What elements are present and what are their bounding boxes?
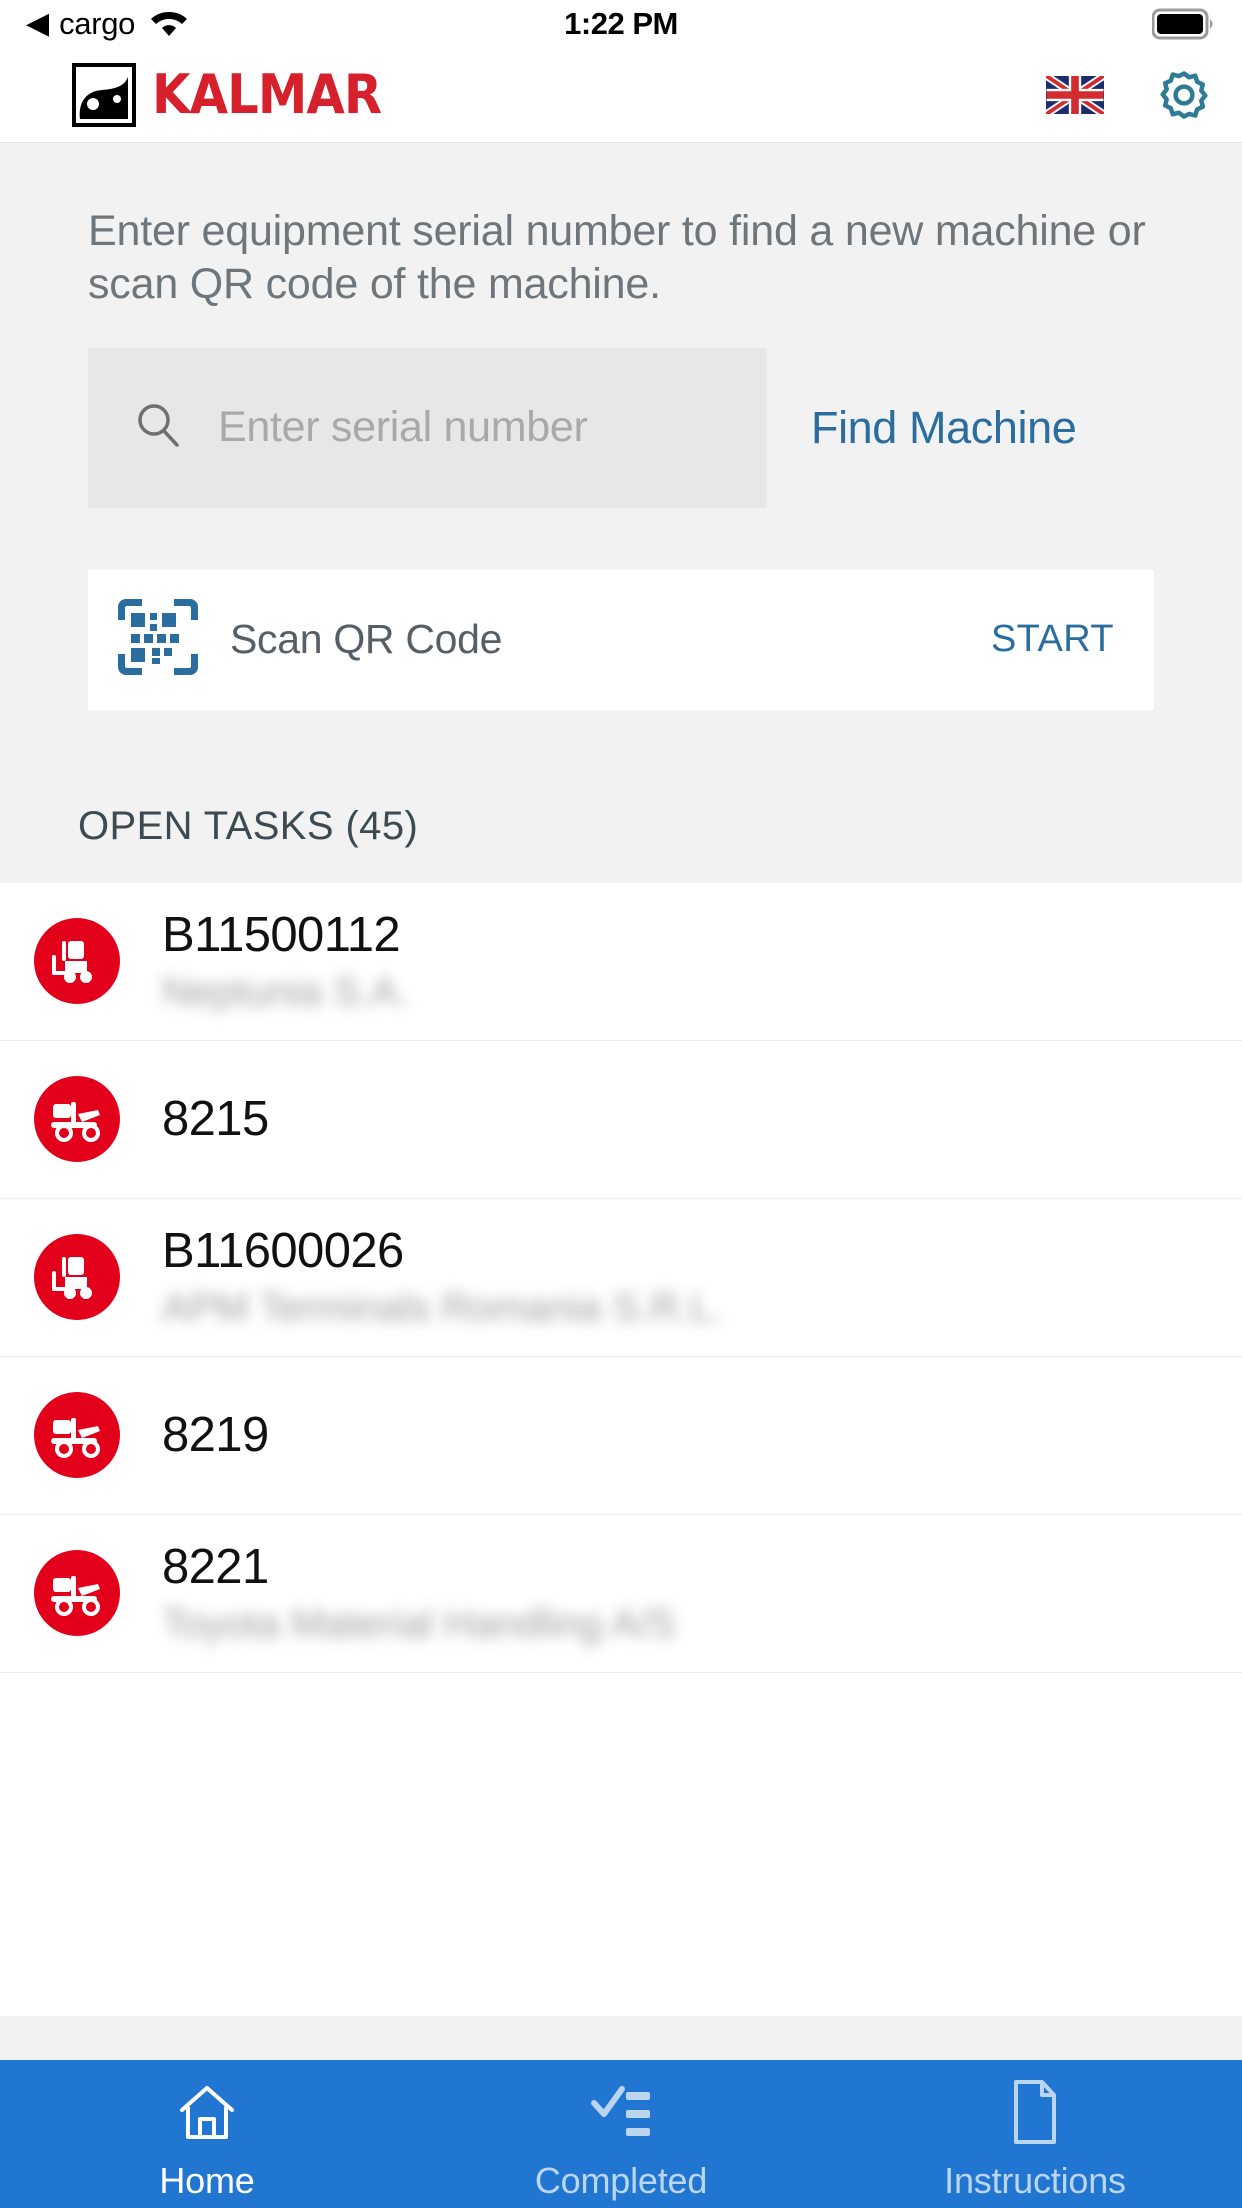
row-texts: B11500112 Neptunia S.A. <box>162 907 409 1014</box>
forklift-icon <box>34 1234 120 1321</box>
scan-qr-start-button[interactable]: START <box>991 618 1114 661</box>
task-serial: B11500112 <box>162 907 401 962</box>
list-tail-spacer <box>0 1672 1242 1711</box>
task-customer: Toyota Material Handling A/S <box>162 1601 676 1646</box>
app-header-actions <box>1046 67 1212 123</box>
machine-finder-section: Enter equipment serial number to find a … <box>0 143 1242 508</box>
tab-home-label: Home <box>159 2160 255 2201</box>
tab-completed-label: Completed <box>534 2160 708 2201</box>
scan-qr-label: Scan QR Code <box>230 616 503 663</box>
search-row: Enter serial number Find Machine <box>88 347 1154 508</box>
carrier-label: cargo <box>59 6 136 41</box>
tab-home[interactable]: Home <box>0 2066 414 2202</box>
list-bottom-gap <box>0 2016 1242 2060</box>
open-tasks-list: B11500112 Neptunia S.A. 8215 B11600026 A… <box>0 882 1242 2016</box>
qr-code-scan-icon <box>116 591 200 688</box>
search-icon <box>132 399 184 456</box>
forklift-icon <box>34 918 120 1005</box>
bottom-tab-bar: Home Completed Instructions <box>0 2060 1242 2208</box>
serial-search-field[interactable]: Enter serial number <box>88 347 767 508</box>
task-serial: B11600026 <box>162 1223 404 1278</box>
tab-instructions[interactable]: Instructions <box>828 2066 1242 2202</box>
row-texts: B11600026 APM Terminals Romania S.R.L. <box>162 1223 724 1330</box>
checklist-icon <box>588 2076 654 2148</box>
document-icon <box>1008 2076 1062 2148</box>
tab-instructions-label: Instructions <box>944 2160 1126 2201</box>
task-customer: APM Terminals Romania S.R.L. <box>162 1285 724 1330</box>
app-screen: ◀ cargo 1:22 PM KALMAR Enter equipment s… <box>0 0 1242 2208</box>
terminal-tractor-icon <box>34 1392 120 1479</box>
row-texts: 8215 <box>162 1091 269 1146</box>
row-texts: 8221 Toyota Material Handling A/S <box>162 1539 676 1646</box>
task-serial: 8215 <box>162 1091 269 1146</box>
brand-name: KALMAR <box>152 63 382 126</box>
scan-qr-card[interactable]: Scan QR Code START <box>88 569 1154 710</box>
table-row[interactable]: B11600026 APM Terminals Romania S.R.L. <box>0 1198 1242 1357</box>
task-customer: Neptunia S.A. <box>162 969 409 1014</box>
kalmar-logo: KALMAR <box>72 63 401 127</box>
gear-icon[interactable] <box>1156 67 1212 123</box>
open-tasks-heading: OPEN TASKS (45) <box>0 709 1242 883</box>
status-bar-left: ◀ cargo <box>26 6 189 42</box>
task-serial: 8221 <box>162 1539 269 1594</box>
table-row[interactable]: 8221 Toyota Material Handling A/S <box>0 1514 1242 1673</box>
table-row[interactable]: B11500112 Neptunia S.A. <box>0 882 1242 1041</box>
status-bar: ◀ cargo 1:22 PM <box>0 0 1242 48</box>
finder-instruction: Enter equipment serial number to find a … <box>88 207 1146 309</box>
app-header: KALMAR <box>0 48 1242 143</box>
table-row[interactable]: 8219 <box>0 1356 1242 1515</box>
home-icon <box>174 2076 240 2148</box>
find-machine-button[interactable]: Find Machine <box>811 402 1077 454</box>
task-serial: 8219 <box>162 1407 269 1462</box>
row-texts: 8219 <box>162 1407 269 1462</box>
battery-full-icon <box>1152 8 1216 40</box>
terminal-tractor-icon <box>34 1550 120 1637</box>
table-row[interactable]: 8215 <box>0 1040 1242 1199</box>
wifi-icon <box>149 9 189 39</box>
main-content: Enter equipment serial number to find a … <box>0 143 1242 2060</box>
uk-flag-icon[interactable] <box>1046 76 1104 114</box>
back-triangle-icon[interactable]: ◀ <box>26 9 49 39</box>
tab-completed[interactable]: Completed <box>414 2066 828 2202</box>
terminal-tractor-icon <box>34 1076 120 1163</box>
kalmar-elephant-logo-icon <box>72 63 136 127</box>
search-input-placeholder: Enter serial number <box>218 403 588 452</box>
